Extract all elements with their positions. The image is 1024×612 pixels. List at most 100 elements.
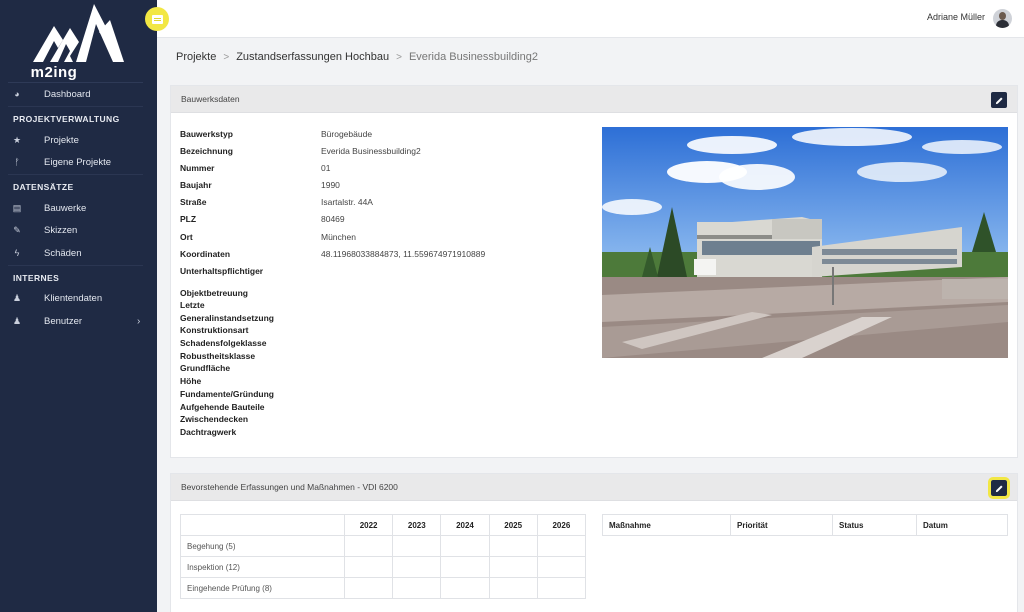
table-header-year: 2026: [536, 514, 587, 536]
table-cell[interactable]: [440, 577, 490, 599]
avatar[interactable]: [993, 9, 1012, 28]
table-header-massnahme[interactable]: Maßnahme: [602, 514, 731, 536]
breadcrumb-projekte[interactable]: Projekte: [176, 51, 216, 63]
table-cell[interactable]: [536, 577, 587, 599]
logo-mark-icon: [33, 4, 124, 62]
avatar-body: [996, 20, 1009, 28]
logo[interactable]: m2ing: [0, 0, 157, 82]
table-cell[interactable]: [392, 556, 442, 578]
pencil-icon: [995, 96, 1003, 104]
sidebar-item-skizzen[interactable]: ✎ Skizzen: [0, 219, 157, 241]
table-header-status[interactable]: Status: [832, 514, 917, 536]
table-cell[interactable]: [536, 556, 587, 578]
logo-text: m2ing: [30, 64, 78, 81]
table-cell[interactable]: [536, 535, 587, 557]
table-cell[interactable]: [488, 577, 538, 599]
sidebar-item-bauwerke[interactable]: ▤ Bauwerke: [0, 197, 157, 219]
table-header-row: Maßnahme Priorität Status Datum: [602, 514, 1008, 536]
table-cell[interactable]: [392, 577, 442, 599]
table-row[interactable]: Inspektion (12): [180, 556, 587, 578]
label-baujahr: Baujahr: [180, 180, 212, 190]
section-internes: INTERNES: [13, 273, 60, 283]
table-cell[interactable]: [343, 577, 394, 599]
table-cell[interactable]: [343, 535, 394, 557]
breadcrumb-zustandserfassungen[interactable]: Zustandserfassungen Hochbau: [236, 51, 389, 63]
sketch-icon: ✎: [13, 224, 21, 235]
table-header-prioritaet[interactable]: Priorität: [730, 514, 833, 536]
card-title: Bauwerksdaten: [181, 94, 240, 104]
edit-button[interactable]: [988, 477, 1010, 499]
label-strasse: Straße: [180, 197, 207, 207]
label-zwischendecken: Zwischendecken: [180, 414, 249, 424]
table-header-empty: [180, 514, 345, 536]
breadcrumb-separator-icon: >: [223, 51, 230, 63]
label-fundamente: Fundamente/Gründung: [180, 389, 274, 399]
table-header-row: 2022 2023 2024 2025 2026: [180, 514, 587, 536]
divider: [8, 265, 143, 266]
inspection-schedule-table: 2022 2023 2024 2025 2026 Begehung (5) In…: [180, 514, 587, 599]
menu-toggle-button[interactable]: [145, 7, 169, 31]
value-ort: München: [321, 232, 356, 242]
table-row[interactable]: Eingehende Prüfung (8): [180, 577, 587, 599]
card-title: Bevorstehende Erfassungen und Maßnahmen …: [181, 482, 398, 492]
sidebar-item-eigene-projekte[interactable]: ᚠ Eigene Projekte: [0, 151, 157, 173]
label-plz: PLZ: [180, 214, 197, 224]
building-icon: ▤: [12, 202, 22, 213]
section-datensaetze: DATENSÄTZE: [13, 182, 74, 192]
table-cell[interactable]: [488, 535, 538, 557]
value-nummer: 01: [321, 163, 331, 173]
branch-icon: ᚠ: [14, 157, 20, 167]
label-letzte: Letzte: [180, 300, 205, 310]
table-cell[interactable]: [343, 556, 394, 578]
table-header-year: 2023: [392, 514, 442, 536]
table-header-datum[interactable]: Datum: [916, 514, 1008, 536]
chevron-right-icon: ›: [137, 315, 141, 327]
star-icon: ★: [12, 134, 22, 145]
edit-button[interactable]: [991, 92, 1007, 108]
value-koordinaten: 48.11968033884873, 11.559674971910889: [321, 249, 486, 259]
sidebar-item-schaeden[interactable]: ϟ Schäden: [0, 242, 157, 264]
sidebar-item-projekte[interactable]: ★ Projekte: [0, 129, 157, 151]
sidebar-item-label: Schäden: [44, 247, 82, 259]
sidebar-item-label: Benutzer: [44, 315, 83, 327]
sidebar-item-benutzer[interactable]: ♟ Benutzer ›: [0, 310, 157, 332]
section-projektverwaltung: PROJEKTVERWALTUNG: [13, 114, 120, 124]
label-hoehe: Höhe: [180, 376, 202, 386]
value-bezeichnung: Everida Businessbuilding2: [321, 146, 421, 156]
value-baujahr: 1990: [321, 180, 340, 190]
sidebar-item-dashboard[interactable]: ◕ Dashboard: [0, 83, 157, 105]
building-photo[interactable]: [602, 127, 1008, 358]
breadcrumb: Projekte > Zustandserfassungen Hochbau >…: [176, 51, 538, 63]
sidebar-item-label: Bauwerke: [44, 202, 87, 214]
table-cell[interactable]: [440, 556, 490, 578]
value-bauwerkstyp: Bürogebäude: [321, 129, 373, 139]
sidebar-item-label: Projekte: [44, 134, 79, 146]
dashboard-icon: ◕: [14, 89, 20, 99]
menu-icon: [151, 14, 163, 24]
divider: [8, 174, 143, 175]
table-header-year: 2024: [440, 514, 490, 536]
sidebar-item-klientendaten[interactable]: ♟ Klientendaten: [0, 287, 157, 309]
sidebar-item-label: Dashboard: [44, 88, 91, 100]
label-bezeichnung: Bezeichnung: [180, 146, 233, 156]
user-name[interactable]: Adriane Müller: [927, 12, 985, 22]
table-header-year: 2022: [343, 514, 394, 536]
row-label: Inspektion (12): [180, 556, 345, 578]
card-header: Bevorstehende Erfassungen und Maßnahmen …: [171, 474, 1017, 501]
table-cell[interactable]: [392, 535, 442, 557]
avatar-head: [999, 12, 1006, 20]
table-header-year: 2025: [488, 514, 538, 536]
label-schadensfolgeklasse: Schadensfolgeklasse: [180, 338, 267, 348]
table-cell[interactable]: [440, 535, 490, 557]
sidebar: m2ing ◕ Dashboard PROJEKTVERWALTUNG ★ Pr…: [0, 0, 157, 612]
label-nummer: Nummer: [180, 163, 215, 173]
label-generalinstandsetzung: Generalinstandsetzung: [180, 313, 274, 323]
breadcrumb-current: Everida Businessbuilding2: [408, 51, 538, 63]
table-cell[interactable]: [488, 556, 538, 578]
building-photo-illustration: [602, 127, 1008, 358]
row-label: Eingehende Prüfung (8): [180, 577, 345, 599]
sidebar-item-label: Klientendaten: [44, 292, 103, 304]
value-strasse: Isartalstr. 44A: [321, 197, 373, 207]
measures-table: Maßnahme Priorität Status Datum: [602, 514, 1008, 536]
table-row[interactable]: Begehung (5): [180, 535, 587, 557]
